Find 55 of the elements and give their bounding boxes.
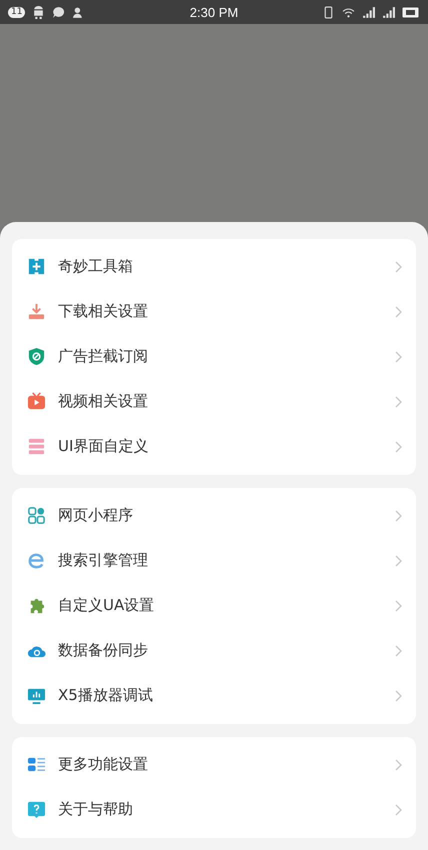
menu-label: 更多功能设置 bbox=[58, 755, 149, 774]
video-icon bbox=[27, 392, 46, 411]
menu-item[interactable]: 搜索引擎管理 bbox=[12, 538, 416, 583]
menu-item[interactable]: 自定义UA设置 bbox=[12, 583, 416, 628]
menu-label: 搜索引擎管理 bbox=[58, 551, 149, 570]
chevron-icon bbox=[395, 396, 402, 408]
menu-label: 数据备份同步 bbox=[58, 641, 149, 660]
chevron-icon bbox=[395, 804, 402, 816]
menu-item[interactable]: 奇妙工具箱 bbox=[12, 244, 416, 289]
android-icon bbox=[32, 6, 46, 18]
menu-item[interactable]: 关于与帮助 bbox=[12, 787, 416, 832]
menu-item[interactable]: X5播放器调试 bbox=[12, 673, 416, 718]
menu-item[interactable]: 数据备份同步 bbox=[12, 628, 416, 673]
browser-icon bbox=[27, 551, 46, 570]
list-icon bbox=[27, 755, 46, 774]
menu-label: 网页小程序 bbox=[58, 506, 134, 525]
chevron-icon bbox=[395, 554, 402, 566]
shield-icon bbox=[27, 347, 46, 366]
toolbox-icon bbox=[27, 257, 46, 276]
chat-icon bbox=[52, 6, 66, 18]
notification-badge: 11 bbox=[8, 6, 26, 18]
menu-item[interactable]: 网页小程序 bbox=[12, 493, 416, 538]
menu-label: UI界面自定义 bbox=[58, 437, 150, 456]
menu-label: 视频相关设置 bbox=[58, 392, 149, 411]
chevron-icon bbox=[395, 690, 402, 702]
menu-label: 自定义UA设置 bbox=[58, 596, 156, 615]
battery-icon bbox=[402, 6, 420, 18]
menu-item[interactable]: 下载相关设置 bbox=[12, 289, 416, 334]
menu-label: 关于与帮助 bbox=[58, 800, 134, 819]
clock: 2:30 PM bbox=[190, 4, 238, 20]
signal-icon bbox=[362, 6, 376, 18]
wifi-icon bbox=[342, 6, 356, 18]
chevron-icon bbox=[395, 260, 402, 272]
apps-icon bbox=[27, 506, 46, 525]
menu-item[interactable]: 视频相关设置 bbox=[12, 379, 416, 424]
chevron-icon bbox=[395, 440, 402, 452]
download-icon bbox=[27, 302, 46, 321]
chevron-icon bbox=[395, 644, 402, 656]
menu-label: X5播放器调试 bbox=[58, 686, 154, 705]
menu-label: 广告拦截订阅 bbox=[58, 347, 149, 366]
signal-icon bbox=[382, 6, 396, 18]
monitor-icon bbox=[27, 686, 46, 705]
help-icon bbox=[27, 800, 46, 819]
chevron-icon bbox=[395, 758, 402, 770]
menu-label: 奇妙工具箱 bbox=[58, 257, 134, 276]
menu-item[interactable]: 更多功能设置 bbox=[12, 742, 416, 787]
menu-item[interactable]: 广告拦截订阅 bbox=[12, 334, 416, 379]
vibrate-icon bbox=[322, 6, 336, 18]
menu-label: 下载相关设置 bbox=[58, 302, 149, 321]
chevron-icon bbox=[395, 306, 402, 318]
layout-icon bbox=[27, 437, 46, 456]
chevron-icon bbox=[395, 510, 402, 522]
chevron-icon bbox=[395, 350, 402, 362]
menu-item[interactable]: UI界面自定义 bbox=[12, 424, 416, 469]
chevron-icon bbox=[395, 600, 402, 612]
